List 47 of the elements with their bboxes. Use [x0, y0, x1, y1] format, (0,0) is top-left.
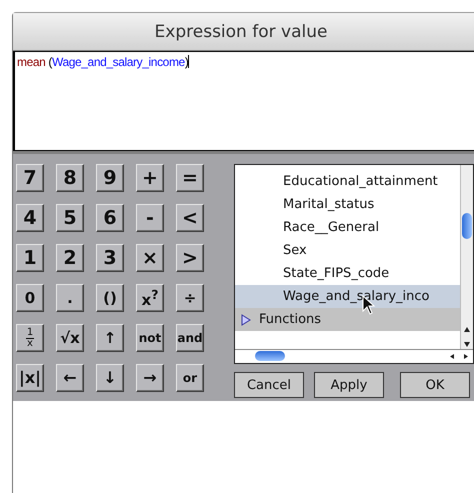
keypad-key[interactable]: and [176, 324, 204, 352]
keypad-key[interactable]: = [176, 164, 204, 192]
keypad-key[interactable]: - [136, 204, 164, 232]
keypad-key[interactable]: 4 [16, 204, 44, 232]
keypad-key[interactable]: < [176, 204, 204, 232]
keypad-key[interactable]: 1 x [16, 324, 44, 352]
expression-field[interactable]: mean (Wage_and_salary_income) [13, 51, 474, 151]
scroll-thumb[interactable] [255, 351, 285, 361]
keypad-key[interactable]: ÷ [176, 284, 204, 312]
keypad-key[interactable]: or [176, 364, 204, 392]
keypad-key[interactable]: ← [56, 364, 84, 392]
keypad-key[interactable]: × [136, 244, 164, 272]
keypad-key[interactable]: 3 [96, 244, 124, 272]
keypad-key[interactable]: 2 [56, 244, 84, 272]
horizontal-scrollbar[interactable] [235, 349, 473, 363]
keypad-key[interactable]: 1 [16, 244, 44, 272]
keypad-key[interactable]: > [176, 244, 204, 272]
keypad-key[interactable]: ↓ [96, 364, 124, 392]
keypad-key[interactable]: + [136, 164, 164, 192]
list-item[interactable]: Marital_status [235, 193, 461, 216]
keypad-key[interactable]: 7 [16, 164, 44, 192]
keypad-key[interactable]: () [96, 284, 124, 312]
window-title: Expression for value [154, 22, 328, 42]
keypad-key[interactable]: 0 [16, 284, 44, 312]
apply-button[interactable]: Apply [314, 372, 384, 398]
keypad-key[interactable]: 9 [96, 164, 124, 192]
keypad-key[interactable]: . [56, 284, 84, 312]
list-item[interactable]: Educational_attainment [235, 170, 461, 193]
list-item[interactable]: State_FIPS_code [235, 262, 461, 285]
list-item[interactable]: Wage_and_salary_inco [235, 285, 461, 308]
vertical-scrollbar[interactable] [460, 165, 473, 351]
cancel-button[interactable]: Cancel [234, 372, 304, 398]
keypad-key[interactable]: 5 [56, 204, 84, 232]
keypad-key[interactable]: 6 [96, 204, 124, 232]
keypad-key[interactable]: ↑ [96, 324, 124, 352]
triangle-icon[interactable] [241, 314, 251, 326]
keypad-key[interactable]: √x [56, 324, 84, 352]
keypad-key[interactable]: → [136, 364, 164, 392]
keypad-key[interactable]: not [136, 324, 164, 352]
keypad-key[interactable]: 8 [56, 164, 84, 192]
keypad-key[interactable]: |x| [16, 364, 44, 392]
list-item[interactable]: Race__General [235, 216, 461, 239]
ok-button[interactable]: OK [400, 372, 470, 398]
scroll-thumb[interactable] [462, 213, 472, 239]
keypad-key[interactable]: x$^{?}$ [136, 284, 164, 312]
list-item[interactable]: Sex [235, 239, 461, 262]
group-item[interactable]: Functions [235, 308, 461, 331]
